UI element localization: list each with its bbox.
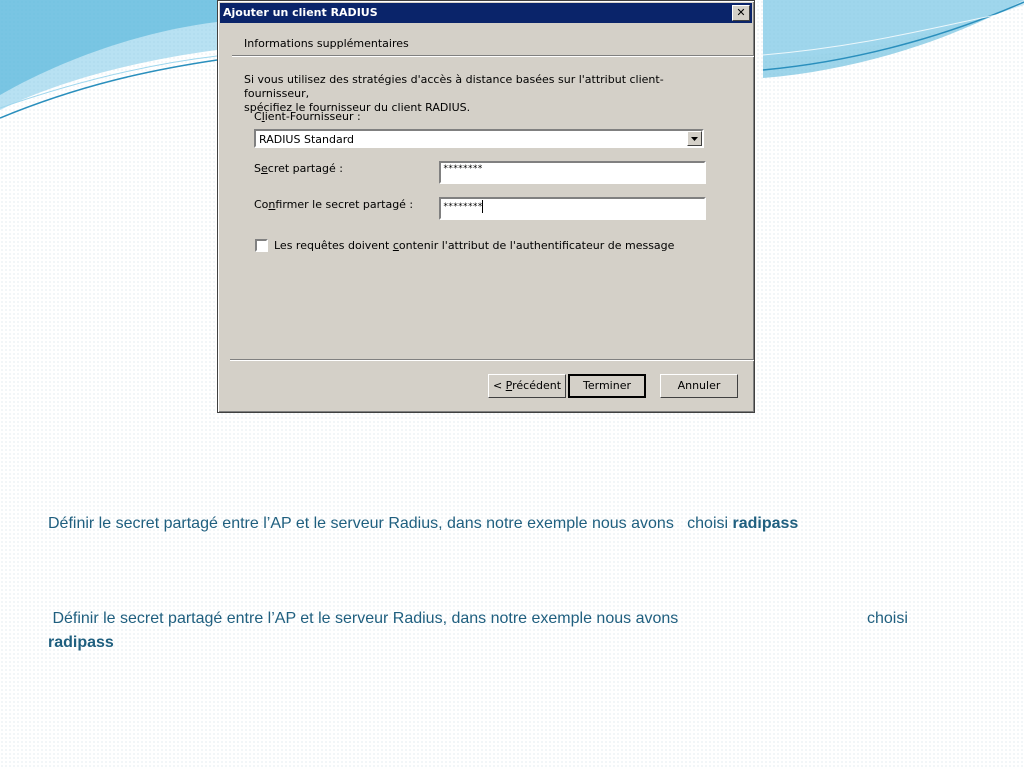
- shared-secret-value: ********: [443, 164, 483, 174]
- vendor-label: Client-Fournisseur :: [254, 110, 361, 123]
- slide-caption-2-bold: radipass: [48, 634, 114, 651]
- slide-caption-2: Définir le secret partagé entre l’AP et …: [48, 607, 928, 655]
- shared-secret-input[interactable]: ********: [439, 161, 706, 184]
- dropdown-arrow-button[interactable]: [687, 131, 702, 146]
- add-radius-client-dialog: Ajouter un client RADIUS ✕ Informations …: [217, 0, 755, 413]
- slide-caption-2-choisi: choisi: [867, 610, 908, 627]
- shared-secret-label-accelerator: e: [260, 162, 268, 175]
- wizard-step-title: Informations supplémentaires: [244, 37, 409, 50]
- cancel-button[interactable]: Annuler: [660, 374, 738, 398]
- shared-secret-label: Secret partagé :: [254, 162, 343, 175]
- dialog-title-bar[interactable]: Ajouter un client RADIUS ✕: [220, 3, 752, 23]
- shared-secret-label-part: cret partagé :: [267, 162, 343, 175]
- slide-caption-1: Définir le secret partagé entre l’AP et …: [48, 512, 798, 536]
- description-line-1: Si vous utilisez des stratégies d'accès …: [244, 73, 664, 100]
- confirm-secret-value: ********: [443, 202, 483, 212]
- vendor-label-part: ient-Fournisseur :: [264, 110, 361, 123]
- message-authenticator-label[interactable]: Les requêtes doivent contenir l'attribut…: [274, 239, 674, 252]
- back-button-part: récédent: [512, 379, 562, 392]
- confirm-secret-label: Confirmer le secret partagé :: [254, 198, 413, 211]
- vendor-select-value: RADIUS Standard: [259, 133, 355, 146]
- finish-button[interactable]: Terminer: [568, 374, 646, 398]
- checkbox-label-part: Les requêtes doivent: [274, 239, 393, 252]
- wizard-header: Informations supplémentaires: [220, 23, 752, 55]
- shared-secret-label-part: S: [254, 162, 261, 175]
- back-button[interactable]: < Précédent: [488, 374, 566, 398]
- confirm-secret-input[interactable]: ********: [439, 197, 706, 220]
- chevron-down-icon: [691, 137, 698, 141]
- slide-caption-1-bold: radipass: [732, 515, 799, 532]
- slide-caption-2-text: Définir le secret partagé entre l’AP et …: [48, 610, 679, 627]
- confirm-secret-label-part: Co: [254, 198, 269, 211]
- vendor-label-part: C: [254, 110, 262, 123]
- description-text: Si vous utilisez des stratégies d'accès …: [244, 73, 704, 115]
- close-icon: ✕: [736, 6, 746, 19]
- vendor-select[interactable]: RADIUS Standard: [254, 129, 704, 148]
- close-button[interactable]: ✕: [732, 5, 750, 21]
- cancel-button-label: Annuler: [677, 379, 721, 392]
- slide-caption-1-text: Définir le secret partagé entre l’AP et …: [48, 515, 733, 532]
- footer-separator: [230, 359, 754, 361]
- back-button-part: <: [492, 379, 506, 392]
- header-separator: [232, 55, 754, 57]
- confirm-secret-label-part: firmer le secret partagé :: [275, 198, 414, 211]
- text-cursor: [482, 200, 484, 213]
- checkbox-label-part: ontenir l'attribut de l'authentificateur…: [398, 239, 675, 252]
- dialog-title: Ajouter un client RADIUS: [223, 6, 378, 19]
- finish-button-label: Terminer: [583, 379, 631, 392]
- message-authenticator-checkbox[interactable]: [255, 239, 268, 252]
